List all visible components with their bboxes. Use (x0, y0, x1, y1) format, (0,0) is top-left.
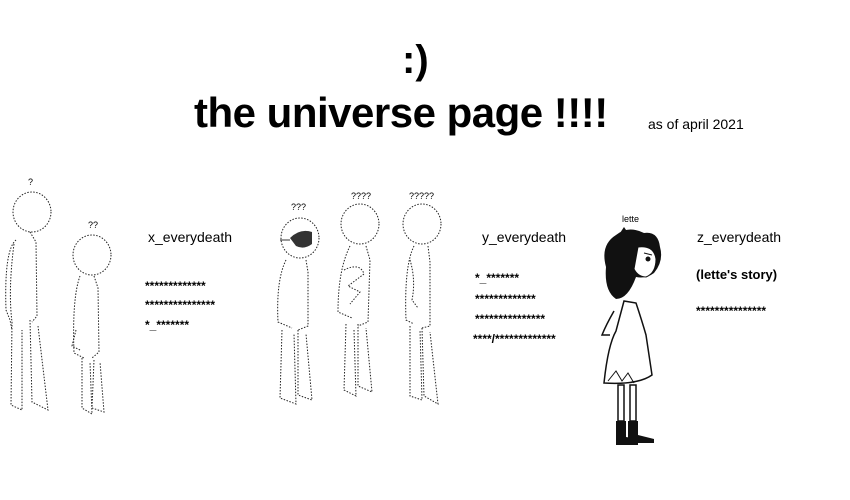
universe-name-y: y_everydeath (482, 229, 567, 245)
entry-link[interactable]: ****/************* (473, 332, 556, 346)
stick-figure-arms-crossed (337, 203, 380, 397)
smiley-heading: :) (402, 38, 429, 82)
entry-link[interactable]: ************* (475, 292, 536, 306)
figure-label: ? (28, 177, 34, 187)
eyepatch-icon (290, 230, 312, 248)
entry-link[interactable]: *_******* (475, 271, 519, 285)
lette-character (600, 227, 662, 445)
entry-link[interactable]: *_******* (145, 318, 189, 332)
stick-figure-short (71, 234, 112, 415)
stick-figure-side (402, 203, 442, 405)
entry-link[interactable]: ************* (145, 279, 206, 293)
lette-story-link[interactable]: (lette's story) (696, 268, 777, 282)
date-note: as of april 2021 (648, 116, 744, 132)
entry-link[interactable]: *************** (475, 312, 545, 326)
universe-name-x: x_everydeath (148, 229, 233, 245)
figure-label: lette (622, 214, 640, 224)
stick-figure-eyepatch (277, 217, 320, 405)
stick-figure-tall (5, 191, 52, 411)
entry-link[interactable]: *************** (696, 304, 766, 318)
entry-link[interactable]: *************** (145, 298, 215, 312)
page-title: the universe page !!!! (194, 89, 608, 136)
universe-name-z: z_everydeath (697, 229, 782, 245)
